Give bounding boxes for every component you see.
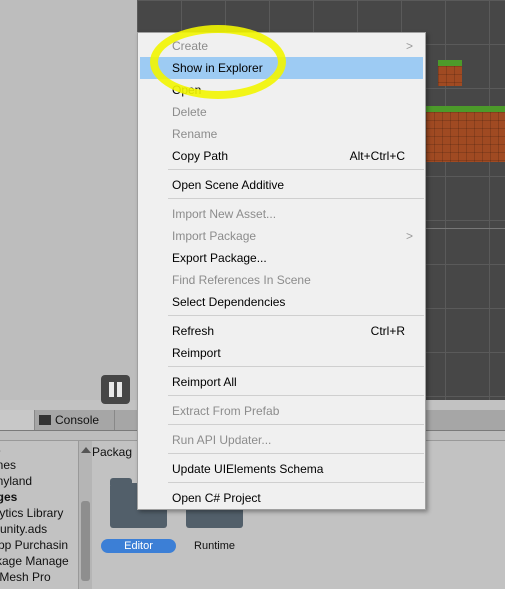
tree-item[interactable]: enes <box>0 457 77 473</box>
menu-separator <box>168 169 424 170</box>
menu-item-update-uielements-schema[interactable]: Update UIElements Schema <box>140 458 423 480</box>
tree-item[interactable]: alytics Library <box>0 505 77 521</box>
pause-button[interactable] <box>101 375 130 404</box>
menu-item-label: Open <box>172 83 202 97</box>
scene-bounds-line <box>425 228 505 229</box>
menu-separator <box>168 315 424 316</box>
menu-item-label: Run API Updater... <box>172 433 272 447</box>
menu-separator <box>168 198 424 199</box>
menu-item-label: Reimport <box>172 346 221 360</box>
submenu-arrow-icon: > <box>405 39 413 53</box>
console-icon <box>39 415 51 425</box>
menu-item-delete[interactable]: Delete <box>140 101 423 123</box>
menu-item-shortcut: Alt+Ctrl+C <box>349 149 405 163</box>
menu-item-label: Copy Path <box>172 149 229 163</box>
menu-item-import-new-asset[interactable]: Import New Asset... <box>140 203 423 225</box>
menu-item-copy-path[interactable]: Copy Path Alt+Ctrl+C <box>140 145 423 167</box>
menu-item-find-references-in-scene[interactable]: Find References In Scene <box>140 269 423 291</box>
menu-item-label: Delete <box>172 105 207 119</box>
menu-separator <box>168 453 424 454</box>
menu-item-open[interactable]: Open <box>140 79 423 101</box>
menu-item-reimport[interactable]: Reimport <box>140 342 423 364</box>
menu-item-show-in-explorer[interactable]: Show in Explorer <box>140 57 423 79</box>
menu-item-label: Create <box>172 39 209 53</box>
tree-item[interactable]: ages <box>0 489 77 505</box>
menu-item-select-dependencies[interactable]: Select Dependencies <box>140 291 423 313</box>
tree-item[interactable]: n.unity.ads <box>0 521 77 537</box>
menu-separator <box>168 395 424 396</box>
project-tree: tsenesnnylandagesalytics Libraryn.unity.… <box>0 441 77 589</box>
menu-item-label: Open C# Project <box>172 491 261 505</box>
menu-separator <box>168 424 424 425</box>
ground-tile <box>426 106 505 162</box>
tree-item[interactable]: App Purchasin <box>0 537 77 553</box>
menu-item-open-scene-additive[interactable]: Open Scene Additive <box>140 174 423 196</box>
tree-item[interactable]: xtMesh Pro <box>0 569 77 585</box>
menu-item-shortcut: Ctrl+R <box>370 324 405 338</box>
menu-item-label: Reimport All <box>172 375 237 389</box>
tab-project[interactable] <box>0 410 35 430</box>
menu-item-open-c-project[interactable]: Open C# Project <box>140 487 423 509</box>
scroll-up-icon[interactable] <box>81 447 91 453</box>
tree-item[interactable]: ckage Manage <box>0 553 77 569</box>
menu-item-label: Find References In Scene <box>172 273 311 287</box>
context-menu: Create > Show in Explorer Open Delete Rename C… <box>137 32 426 510</box>
scrollbar-thumb[interactable] <box>81 501 90 581</box>
breadcrumb[interactable]: Packag <box>92 445 132 459</box>
tab-console-label: Console <box>55 413 100 427</box>
menu-item-label: Rename <box>172 127 218 141</box>
menu-item-rename[interactable]: Rename <box>140 123 423 145</box>
menu-separator <box>168 482 424 483</box>
submenu-arrow-icon: > <box>405 229 413 243</box>
ground-tile <box>438 60 462 86</box>
folder-label-runtime[interactable]: Runtime <box>186 539 243 553</box>
tree-scrollbar[interactable] <box>78 441 92 589</box>
tab-console[interactable]: Console <box>35 410 115 430</box>
menu-item-label: Update UIElements Schema <box>172 462 324 476</box>
menu-item-reimport-all[interactable]: Reimport All <box>140 371 423 393</box>
menu-item-label: Import Package <box>172 229 257 243</box>
menu-item-extract-from-prefab[interactable]: Extract From Prefab <box>140 400 423 422</box>
menu-item-label: Select Dependencies <box>172 295 286 309</box>
tree-item[interactable]: ts <box>0 441 77 457</box>
menu-item-label: Refresh <box>172 324 215 338</box>
menu-item-run-api-updater[interactable]: Run API Updater... <box>140 429 423 451</box>
tree-item[interactable]: nnyland <box>0 473 77 489</box>
menu-item-label: Show in Explorer <box>172 61 263 75</box>
menu-item-label: Extract From Prefab <box>172 404 280 418</box>
menu-separator <box>168 366 424 367</box>
menu-item-label: Import New Asset... <box>172 207 277 221</box>
menu-item-import-package[interactable]: Import Package > <box>140 225 423 247</box>
menu-item-label: Open Scene Additive <box>172 178 285 192</box>
menu-item-export-package[interactable]: Export Package... <box>140 247 423 269</box>
folder-label-editor[interactable]: Editor <box>101 539 176 553</box>
menu-item-label: Export Package... <box>172 251 267 265</box>
menu-item-refresh[interactable]: Refresh Ctrl+R <box>140 320 423 342</box>
menu-item-create[interactable]: Create > <box>140 35 423 57</box>
hierarchy-panel-background <box>0 0 138 400</box>
